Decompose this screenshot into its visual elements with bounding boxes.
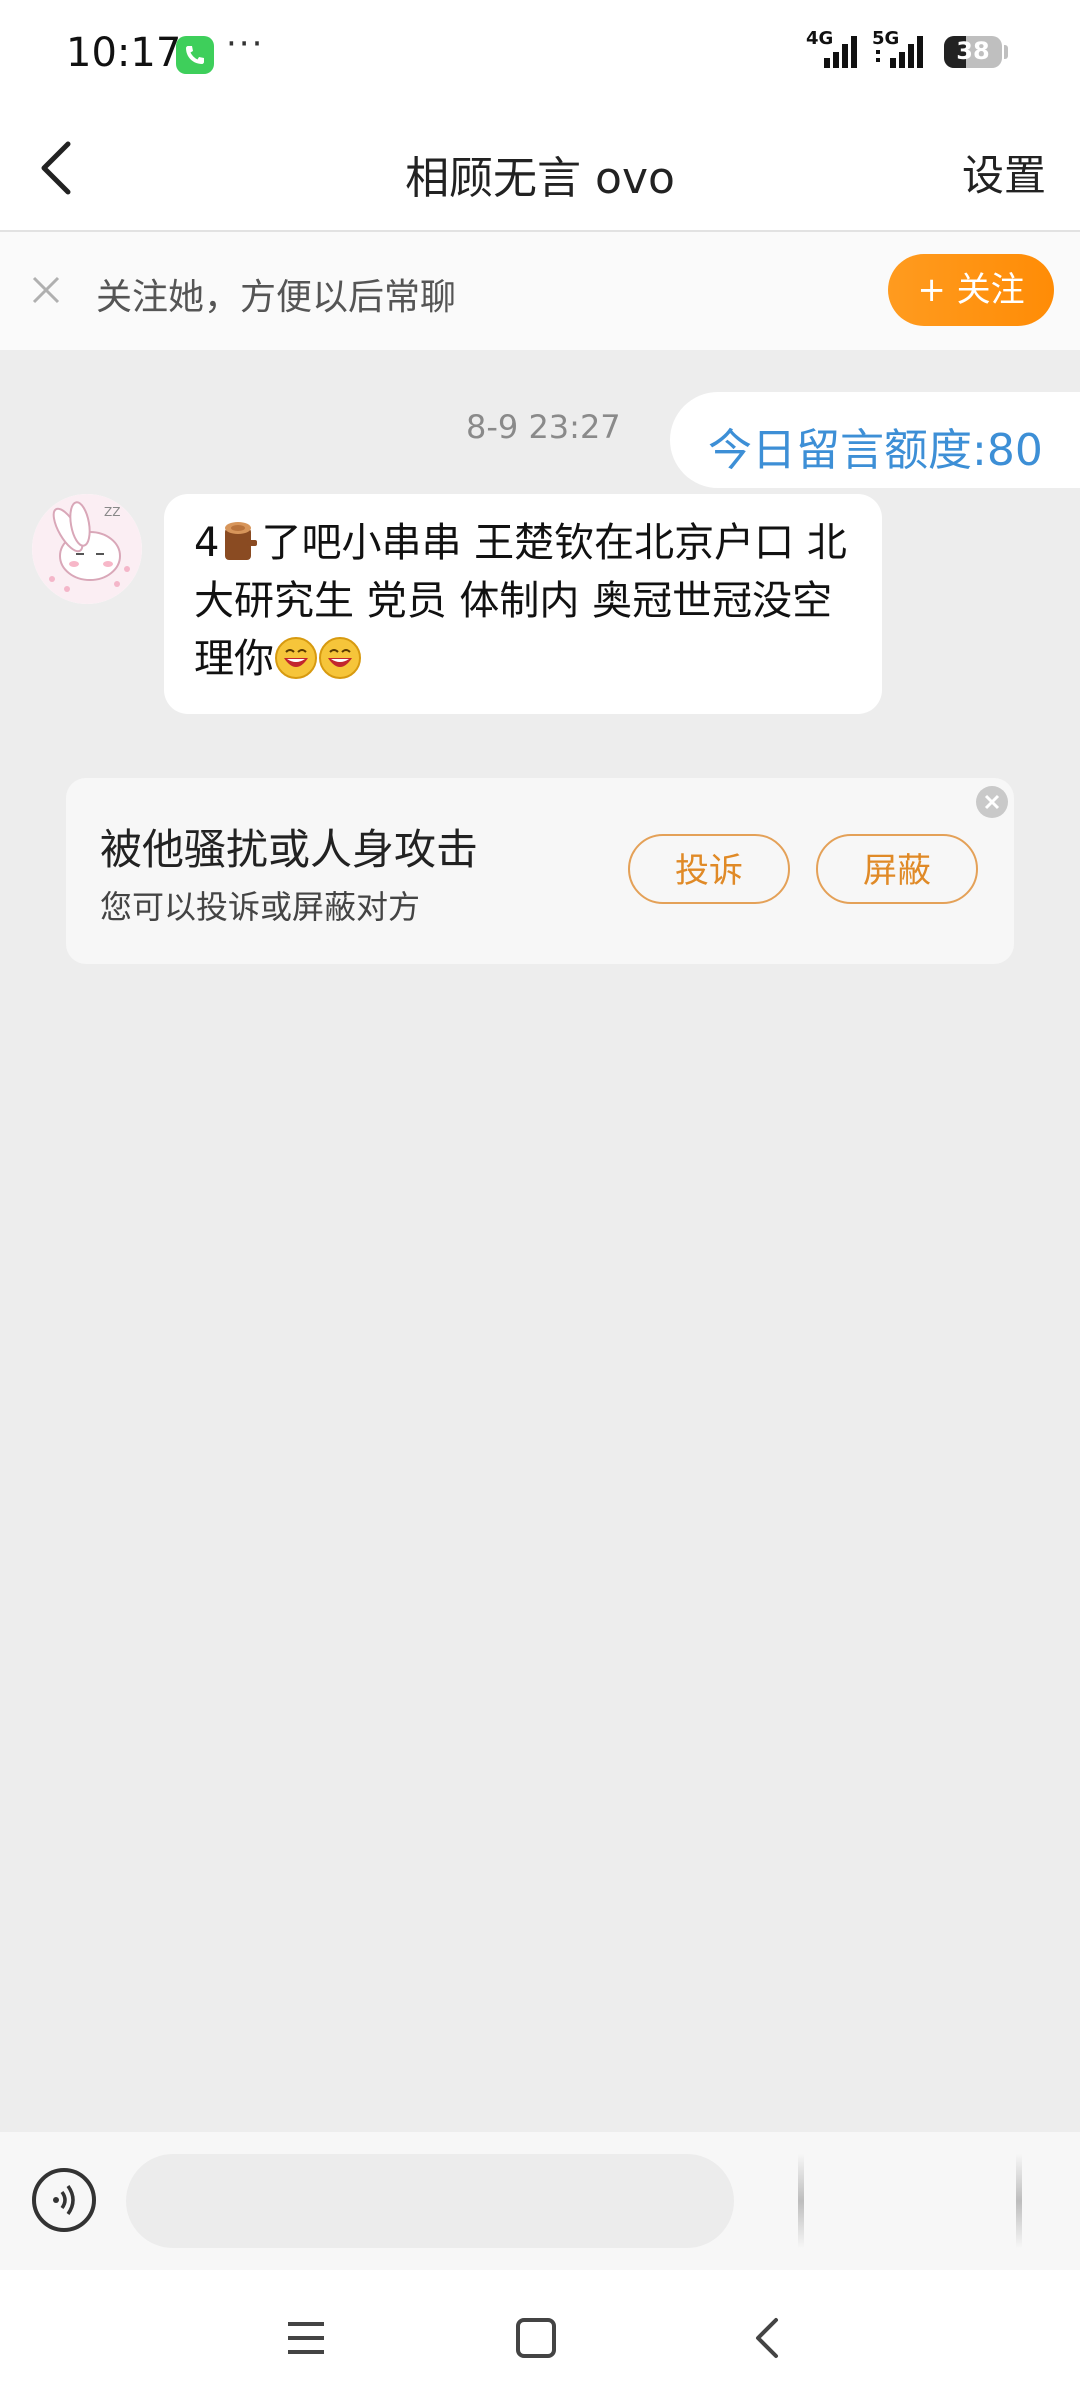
back-icon[interactable] bbox=[744, 2314, 792, 2362]
message-text: 4 了吧小串串 王楚钦在北京户口 北大研究生 党员 体制内 奥冠世冠没空理你 bbox=[194, 514, 854, 688]
wood-log-emoji-icon bbox=[219, 518, 261, 564]
quota-text: 今日留言额度:80 bbox=[708, 425, 1043, 476]
message-timestamp: 8-9 23:27 bbox=[466, 408, 621, 446]
more-options-button[interactable] bbox=[1016, 2154, 1022, 2248]
laughing-emoji-icon bbox=[274, 636, 318, 680]
message-text-part1: 4 bbox=[194, 520, 220, 566]
battery-icon: 38 bbox=[944, 36, 1002, 68]
follow-button[interactable]: + 关注 bbox=[888, 254, 1054, 326]
status-time: 10:17 bbox=[66, 30, 182, 76]
menu-icon[interactable] bbox=[282, 2314, 330, 2362]
close-card-icon[interactable] bbox=[976, 786, 1008, 818]
voice-input-icon[interactable] bbox=[32, 2168, 96, 2232]
status-bar: 10:17 ··· 4G 5G 38 bbox=[0, 0, 1080, 108]
report-card-subtitle: 您可以投诉或屏蔽对方 bbox=[100, 888, 421, 926]
follow-banner: 关注她，方便以后常聊 + 关注 bbox=[0, 232, 1080, 350]
complain-button[interactable]: 投诉 bbox=[628, 834, 790, 904]
nav-bar: 相顾无言 ovo 设置 bbox=[0, 108, 1080, 232]
svg-text:ZZ: ZZ bbox=[104, 505, 120, 519]
laughing-emoji-icon bbox=[318, 636, 362, 680]
input-bar bbox=[0, 2132, 1080, 2270]
avatar[interactable]: ZZ bbox=[32, 494, 142, 604]
system-navigation-bar bbox=[0, 2270, 1080, 2400]
battery-level: 38 bbox=[956, 37, 990, 65]
quota-badge: 今日留言额度:80 bbox=[670, 392, 1080, 488]
settings-button[interactable]: 设置 bbox=[962, 142, 1046, 203]
chat-area[interactable]: 8-9 23:27 今日留言额度:80 ZZ 4 了吧小串串 王楚钦在北京户口 北… bbox=[0, 350, 1080, 2130]
block-button[interactable]: 屏蔽 bbox=[816, 834, 978, 904]
report-card-title: 被他骚扰或人身攻击 bbox=[100, 825, 479, 874]
message-input[interactable] bbox=[126, 2154, 734, 2248]
more-notifications-icon: ··· bbox=[226, 24, 265, 64]
message-bubble[interactable]: 4 了吧小串串 王楚钦在北京户口 北大研究生 党员 体制内 奥冠世冠没空理你 bbox=[164, 494, 882, 714]
home-icon[interactable] bbox=[512, 2314, 560, 2362]
report-block-card: 被他骚扰或人身攻击 您可以投诉或屏蔽对方 投诉 屏蔽 bbox=[66, 778, 1014, 964]
emoji-button[interactable] bbox=[798, 2154, 804, 2248]
page-title: 相顾无言 ovo bbox=[405, 153, 675, 204]
phone-call-icon bbox=[176, 36, 214, 74]
follow-prompt-text: 关注她，方便以后常聊 bbox=[96, 277, 457, 318]
close-icon[interactable] bbox=[28, 272, 64, 308]
